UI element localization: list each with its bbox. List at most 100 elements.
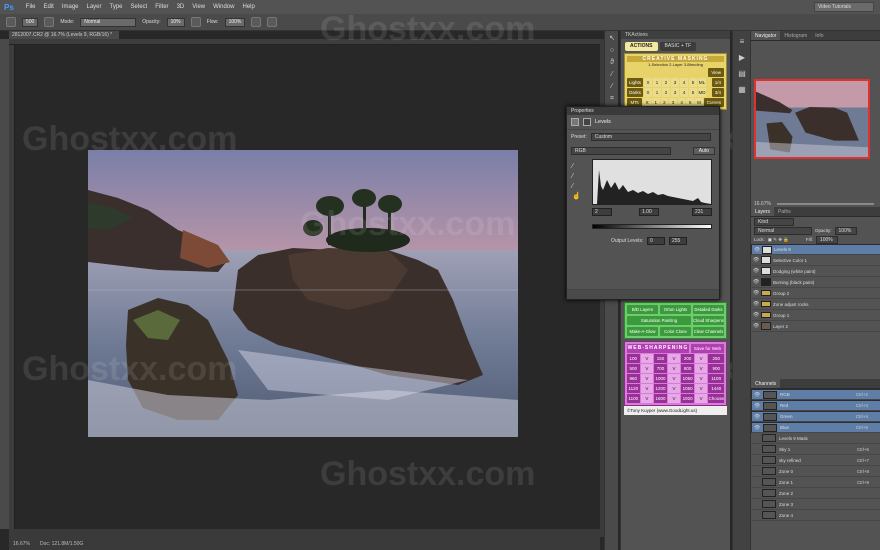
- web-sharpen-cell[interactable]: 700: [654, 364, 667, 373]
- lights-quarter-button[interactable]: 1/4: [711, 78, 724, 87]
- web-sharpen-cell[interactable]: V: [640, 364, 654, 373]
- visibility-eye-icon[interactable]: 👁: [753, 279, 759, 285]
- web-sharpen-cell[interactable]: V: [694, 374, 708, 383]
- web-sharpen-cell[interactable]: 150: [654, 354, 667, 363]
- channel-row[interactable]: Zone 0 Ctrl+8: [751, 466, 880, 477]
- brush-icon[interactable]: ⁄: [607, 71, 617, 79]
- layer-opacity-field[interactable]: 100%: [834, 226, 857, 235]
- menu-file[interactable]: File: [22, 4, 40, 10]
- layer-row[interactable]: 👁 Group 1: [751, 310, 880, 321]
- darks-4-button[interactable]: 4: [680, 88, 688, 97]
- channel-row[interactable]: 👁 Blue Ctrl+5: [751, 422, 880, 433]
- levels-histogram[interactable]: [592, 159, 712, 205]
- preset-select[interactable]: Custom: [590, 133, 711, 141]
- visibility-eye-icon[interactable]: 👁: [753, 268, 759, 274]
- channel-select[interactable]: RGB: [571, 147, 671, 155]
- darks-5-button[interactable]: 5: [689, 88, 697, 97]
- web-sharpen-cell[interactable]: 100: [627, 354, 640, 363]
- web-sharpen-cell[interactable]: V: [667, 364, 681, 373]
- lights-3-button[interactable]: 3: [671, 78, 679, 87]
- crop-icon[interactable]: ⌗: [607, 95, 617, 103]
- flow-field[interactable]: 100%: [224, 17, 246, 27]
- darks-3-button[interactable]: 3: [671, 88, 679, 97]
- document-photo[interactable]: [88, 150, 518, 437]
- lights-5-button[interactable]: 5: [689, 78, 697, 87]
- actions-panel-title[interactable]: TKActions: [621, 31, 730, 39]
- blend-mode-select[interactable]: Normal: [754, 226, 812, 235]
- menu-3d[interactable]: 3D: [173, 4, 189, 10]
- tab-navigator[interactable]: Navigator: [751, 31, 781, 40]
- web-sharpen-cell[interactable]: 200: [681, 354, 694, 363]
- darks-2-button[interactable]: 2: [662, 88, 670, 97]
- detailed-darks-button[interactable]: Detailed Darks: [693, 305, 724, 314]
- black-eyedropper-icon[interactable]: ⁄: [572, 162, 582, 172]
- brush-tool-icon[interactable]: [6, 17, 16, 27]
- history-icon[interactable]: ≡: [736, 37, 748, 47]
- menu-select[interactable]: Select: [127, 4, 152, 10]
- workspace-select[interactable]: Video Tutorials: [814, 2, 874, 12]
- web-sharpen-cell[interactable]: V: [640, 394, 654, 403]
- make-a-glow-button[interactable]: Make-A-Glow: [627, 327, 658, 336]
- visibility-eye-icon[interactable]: 👁: [753, 301, 759, 307]
- view-button[interactable]: View: [708, 68, 724, 77]
- clear-channels-button[interactable]: Clear Channels: [693, 327, 724, 336]
- layer-row[interactable]: 👁 Layer 2: [751, 321, 880, 332]
- channel-row[interactable]: 👁 Green Ctrl+4: [751, 411, 880, 422]
- web-sharpen-cell[interactable]: 1600: [654, 394, 667, 403]
- visibility-eye-icon[interactable]: 👁: [753, 312, 759, 318]
- output-white-field[interactable]: 255: [669, 237, 687, 245]
- web-sharpen-cell[interactable]: Choose: [708, 394, 724, 403]
- channel-row[interactable]: Zone 1 Ctrl+9: [751, 477, 880, 488]
- tab-histogram[interactable]: Histogram: [780, 31, 811, 40]
- document-tab[interactable]: 2812007.CR2 @ 16.7% (Levels 9, RGB/16) *: [9, 31, 119, 39]
- gray-eyedropper-icon[interactable]: ⁄: [572, 172, 582, 182]
- lights-x-button[interactable]: X: [644, 78, 652, 87]
- lights-4-button[interactable]: 4: [680, 78, 688, 87]
- visibility-eye-icon[interactable]: 👁: [753, 257, 759, 263]
- output-black-field[interactable]: 0: [647, 237, 665, 245]
- zoom-readout[interactable]: 16.67%: [13, 541, 30, 547]
- web-sharpen-cell[interactable]: 1100: [627, 394, 640, 403]
- channel-row[interactable]: 👁 RGB Ctrl+2: [751, 389, 880, 400]
- layer-row[interactable]: 👁 Zone adjust rocks: [751, 299, 880, 310]
- auto-button[interactable]: Auto: [692, 147, 715, 155]
- eyedropper-icon[interactable]: ⁄: [607, 83, 617, 91]
- web-sharpen-cell[interactable]: V: [640, 374, 654, 383]
- visibility-eye-icon[interactable]: 👁: [754, 403, 760, 409]
- move-icon[interactable]: ↖: [607, 35, 617, 43]
- web-sharpen-cell[interactable]: 1000: [654, 374, 667, 383]
- layer-row[interactable]: 👁 Dodging (white paint): [751, 266, 880, 277]
- web-sharpen-cell[interactable]: V: [667, 354, 681, 363]
- lock-icon[interactable]: ▣ ✎ ✥ 🔒: [768, 237, 789, 243]
- web-sharpen-cell[interactable]: 1050: [681, 374, 694, 383]
- pressure-opacity-icon[interactable]: [190, 17, 201, 27]
- lights-ml-button[interactable]: ML: [698, 78, 706, 87]
- input-black-field[interactable]: 2: [592, 208, 612, 216]
- save-for-web-button[interactable]: Save for Web: [690, 344, 724, 353]
- lights-2-button[interactable]: 2: [662, 78, 670, 87]
- tab-actions[interactable]: ACTIONS: [625, 42, 658, 51]
- darks-md-button[interactable]: MD: [698, 88, 706, 97]
- output-gradient[interactable]: [592, 224, 712, 229]
- target-adjust-icon[interactable]: ☝: [572, 192, 582, 202]
- visibility-eye-icon[interactable]: 👁: [754, 425, 760, 431]
- layer-filter-select[interactable]: Kind: [754, 217, 794, 226]
- web-sharpen-cell[interactable]: 1100: [708, 374, 724, 383]
- saturation-painting-button[interactable]: Saturation Painting: [627, 316, 691, 325]
- channel-row[interactable]: 👁 Red Ctrl+3: [751, 400, 880, 411]
- menu-image[interactable]: Image: [58, 4, 83, 10]
- web-sharpen-cell[interactable]: 500: [627, 364, 640, 373]
- bd-layers-button[interactable]: B/D Layers: [627, 305, 658, 314]
- web-sharpen-cell[interactable]: 1920: [681, 394, 694, 403]
- properties-title[interactable]: Properties: [567, 107, 719, 115]
- channel-row[interactable]: Sky 1 Ctrl+6: [751, 444, 880, 455]
- brush-panel-icon[interactable]: [44, 17, 55, 27]
- channel-row[interactable]: Zone 3: [751, 499, 880, 510]
- mask-icon[interactable]: [583, 118, 591, 126]
- darks-button[interactable]: Darks: [627, 88, 643, 97]
- web-sharpen-cell[interactable]: V: [694, 354, 708, 363]
- darks-1-button[interactable]: 1: [653, 88, 661, 97]
- menu-edit[interactable]: Edit: [39, 4, 57, 10]
- opacity-field[interactable]: 10%: [166, 17, 185, 27]
- lights-1-button[interactable]: 1: [653, 78, 661, 87]
